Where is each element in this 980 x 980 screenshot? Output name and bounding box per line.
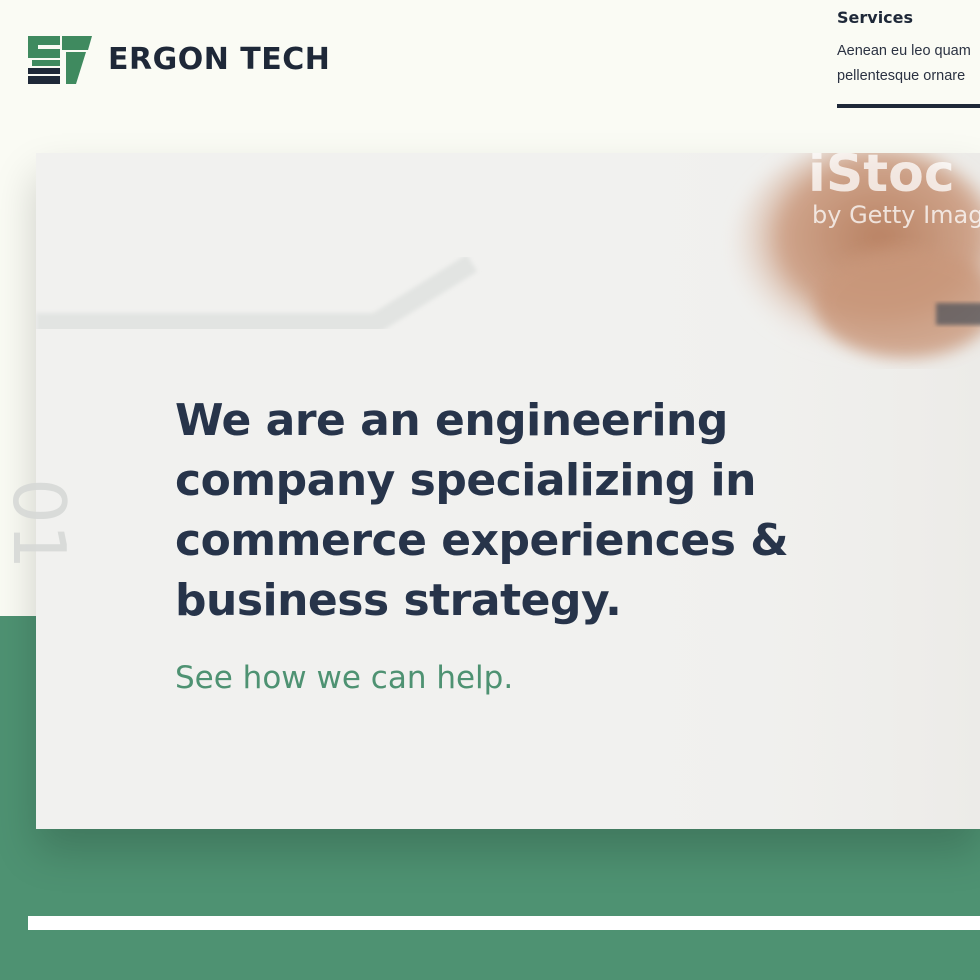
hero-headline-line: commerce experiences & — [175, 515, 789, 566]
hero-headline-line: business strategy. — [175, 575, 622, 626]
section-number-decoration: 01 — [0, 478, 81, 570]
nav-services-desc-line: pellentesque ornare — [837, 68, 966, 84]
hero-headline-line: We are an engineering — [175, 395, 728, 446]
nav-services-item[interactable]: Services Aenean eu leo quam pellentesque… — [837, 0, 980, 110]
white-divider-bar — [28, 916, 980, 930]
hero-headline-line: company specializing in — [175, 455, 756, 506]
nav-services-title: Services — [837, 8, 914, 27]
hero-card: iStoc by Getty Imag We are an engineerin… — [36, 153, 980, 829]
watermark-subtext: by Getty Imag — [812, 201, 980, 229]
brand-logo-link[interactable]: ERGON TECH — [28, 36, 330, 84]
brand-name: ERGON TECH — [108, 42, 331, 77]
nav-services-desc-line: Aenean eu leo quam — [837, 43, 971, 59]
ergon-logo-icon — [28, 36, 92, 84]
section-number: 01 — [0, 478, 81, 570]
nav-services-description: Aenean eu leo quam pellentesque ornare — [837, 39, 980, 89]
hero-headline: We are an engineering company specializi… — [175, 391, 875, 631]
see-how-we-can-help-link[interactable]: See how we can help. — [175, 660, 513, 696]
watermark-text: iStoc — [808, 153, 955, 204]
nav-active-underline — [837, 104, 980, 108]
